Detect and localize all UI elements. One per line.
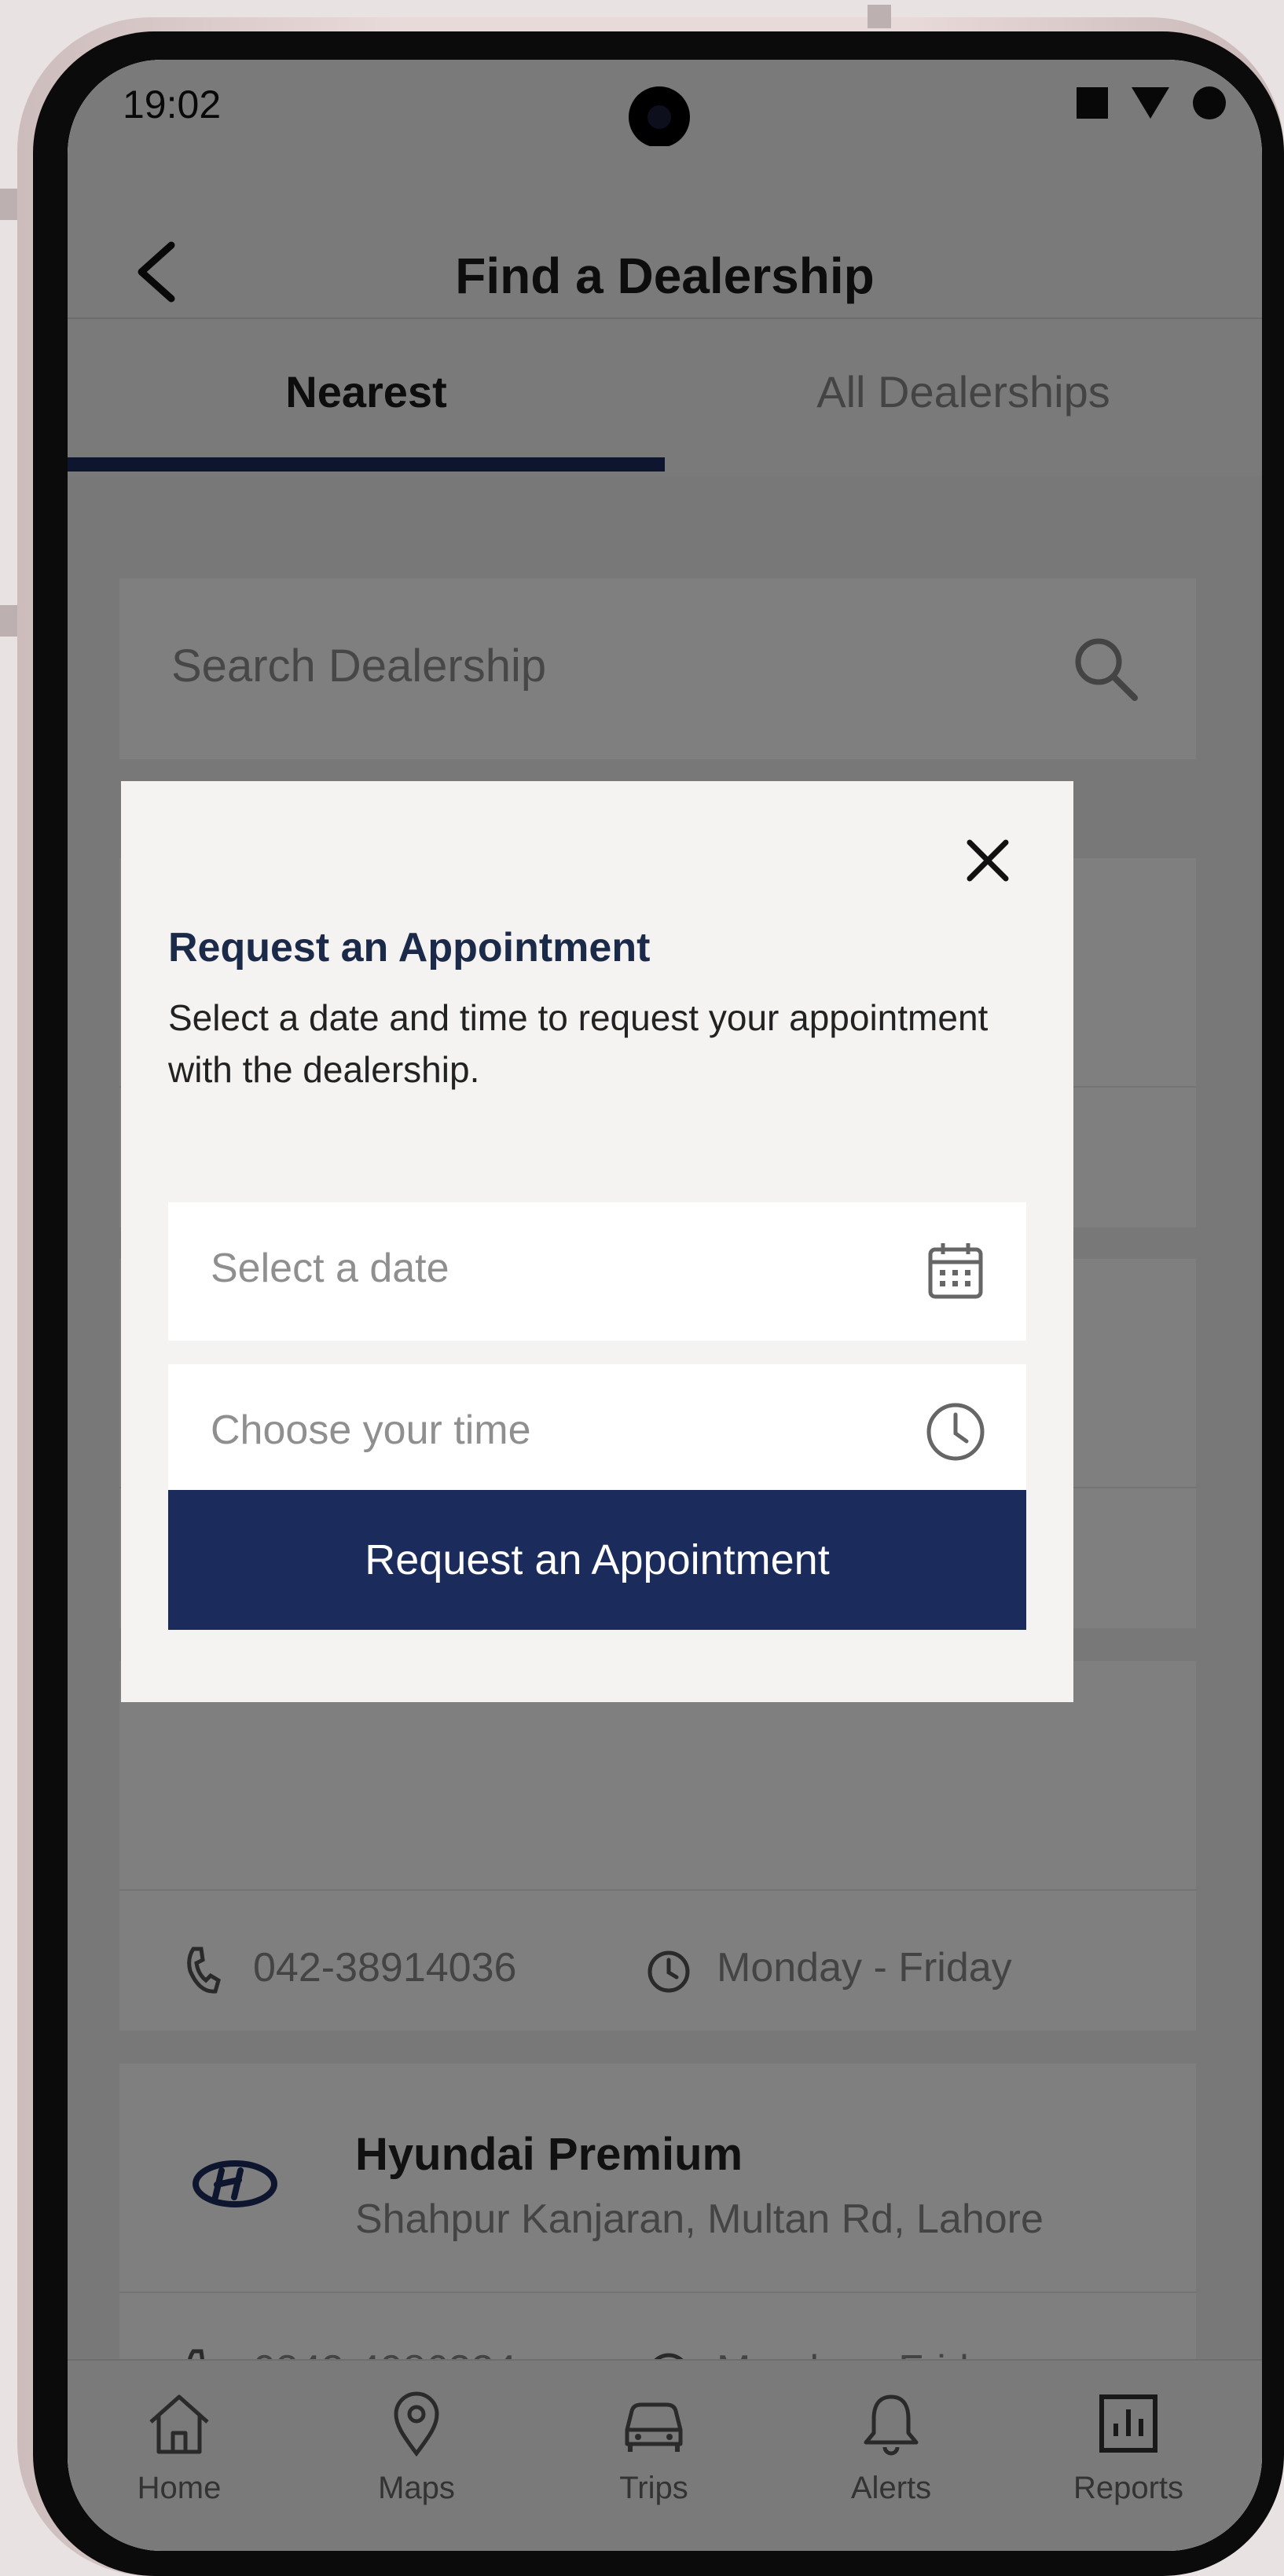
time-field[interactable]: Choose your time	[168, 1364, 1026, 1503]
date-field[interactable]: Select a date	[168, 1202, 1026, 1341]
modal-description: Select a date and time to request your a…	[168, 997, 989, 1090]
calendar-icon[interactable]	[923, 1237, 989, 1303]
clock-icon[interactable]	[923, 1399, 989, 1465]
modal-title: Request an Appointment	[168, 925, 651, 971]
top-button	[868, 5, 891, 28]
date-placeholder: Select a date	[211, 1246, 449, 1291]
close-icon[interactable]	[960, 833, 1015, 888]
side-button	[0, 605, 17, 637]
request-appointment-button[interactable]: Request an Appointment	[168, 1490, 1026, 1630]
time-placeholder: Choose your time	[211, 1407, 531, 1453]
appointment-modal: Request an Appointment Select a date and…	[121, 781, 1073, 1702]
side-button	[0, 189, 17, 220]
